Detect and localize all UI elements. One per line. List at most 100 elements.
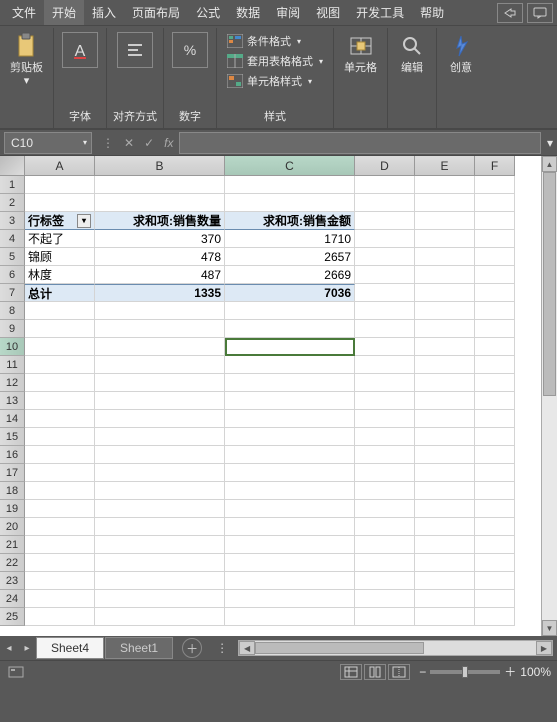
cell[interactable]: 求和项:销售数量 — [95, 212, 225, 230]
cell[interactable] — [225, 536, 355, 554]
menu-home[interactable]: 开始 — [44, 0, 84, 25]
share-icon[interactable] — [497, 3, 523, 23]
cell[interactable] — [475, 212, 515, 230]
cell[interactable] — [25, 446, 95, 464]
row-header[interactable]: 7 — [0, 284, 25, 302]
cell[interactable] — [475, 446, 515, 464]
cell[interactable] — [415, 410, 475, 428]
cell[interactable] — [225, 464, 355, 482]
sheet-tab[interactable]: Sheet1 — [105, 637, 173, 659]
cell[interactable] — [355, 590, 415, 608]
cell[interactable] — [95, 554, 225, 572]
cell[interactable] — [355, 230, 415, 248]
cell[interactable] — [415, 230, 475, 248]
cell[interactable] — [415, 266, 475, 284]
cell[interactable] — [475, 338, 515, 356]
cell[interactable] — [25, 572, 95, 590]
cell[interactable] — [355, 356, 415, 374]
scroll-right-icon[interactable]: ▶ — [536, 641, 552, 655]
cell[interactable] — [355, 428, 415, 446]
cell[interactable] — [355, 212, 415, 230]
cell[interactable] — [225, 176, 355, 194]
cell[interactable] — [25, 608, 95, 626]
cell[interactable] — [355, 518, 415, 536]
cell[interactable] — [415, 302, 475, 320]
cell[interactable] — [355, 320, 415, 338]
row-header[interactable]: 8 — [0, 302, 25, 320]
col-header-D[interactable]: D — [355, 156, 415, 176]
row-header[interactable]: 17 — [0, 464, 25, 482]
menu-formulas[interactable]: 公式 — [188, 0, 228, 25]
cell[interactable] — [355, 176, 415, 194]
row-header[interactable]: 16 — [0, 446, 25, 464]
cell[interactable] — [95, 410, 225, 428]
cell[interactable] — [475, 482, 515, 500]
cell[interactable] — [25, 410, 95, 428]
cell[interactable] — [95, 446, 225, 464]
cell[interactable] — [475, 518, 515, 536]
formula-expand[interactable]: ▾ — [545, 132, 555, 154]
cell[interactable] — [225, 374, 355, 392]
cell[interactable] — [355, 608, 415, 626]
cell[interactable] — [475, 410, 515, 428]
view-pagelayout-icon[interactable] — [364, 664, 386, 680]
cell[interactable] — [415, 320, 475, 338]
zoom-in-button[interactable]: ＋ — [504, 663, 516, 680]
menu-view[interactable]: 视图 — [308, 0, 348, 25]
cell[interactable] — [95, 320, 225, 338]
cell[interactable] — [225, 500, 355, 518]
cell[interactable] — [225, 194, 355, 212]
cell[interactable] — [475, 320, 515, 338]
cell[interactable] — [415, 554, 475, 572]
cell[interactable] — [475, 392, 515, 410]
cell[interactable] — [355, 266, 415, 284]
cell[interactable] — [225, 572, 355, 590]
cell[interactable] — [355, 338, 415, 356]
cell[interactable] — [25, 356, 95, 374]
cell[interactable] — [355, 482, 415, 500]
tab-nav-last[interactable]: ▸ — [18, 643, 36, 654]
cell[interactable] — [95, 176, 225, 194]
cell[interactable] — [95, 464, 225, 482]
table-format-button[interactable]: 套用表格格式▾ — [223, 52, 327, 70]
cell[interactable] — [225, 518, 355, 536]
cell[interactable] — [225, 356, 355, 374]
row-header[interactable]: 9 — [0, 320, 25, 338]
cell[interactable] — [415, 572, 475, 590]
cell[interactable] — [25, 464, 95, 482]
scroll-down-icon[interactable]: ▼ — [542, 620, 557, 636]
menu-review[interactable]: 审阅 — [268, 0, 308, 25]
cell[interactable] — [95, 608, 225, 626]
cell[interactable]: 行标签▾ — [25, 212, 95, 230]
cell[interactable]: 总计 — [25, 284, 95, 302]
cell[interactable] — [95, 500, 225, 518]
cell[interactable]: 2657 — [225, 248, 355, 266]
cell[interactable]: 2669 — [225, 266, 355, 284]
menu-data[interactable]: 数据 — [228, 0, 268, 25]
cell[interactable] — [415, 338, 475, 356]
cell[interactable] — [415, 446, 475, 464]
scroll-up-icon[interactable]: ▲ — [542, 156, 557, 172]
cell[interactable] — [25, 500, 95, 518]
menu-help[interactable]: 帮助 — [412, 0, 452, 25]
cell[interactable] — [475, 302, 515, 320]
cell[interactable] — [475, 428, 515, 446]
cell[interactable]: 1710 — [225, 230, 355, 248]
cell[interactable] — [25, 302, 95, 320]
menu-insert[interactable]: 插入 — [84, 0, 124, 25]
row-header[interactable]: 5 — [0, 248, 25, 266]
cell[interactable]: 487 — [95, 266, 225, 284]
cell[interactable] — [25, 482, 95, 500]
cell[interactable] — [355, 500, 415, 518]
row-header[interactable]: 19 — [0, 500, 25, 518]
cell[interactable] — [475, 248, 515, 266]
namebox-dots[interactable]: ⋮ — [102, 136, 114, 150]
cell[interactable] — [475, 536, 515, 554]
col-header-E[interactable]: E — [415, 156, 475, 176]
cell[interactable] — [415, 500, 475, 518]
view-pagebreak-icon[interactable] — [388, 664, 410, 680]
cell[interactable] — [25, 428, 95, 446]
cell[interactable] — [95, 536, 225, 554]
ideas-button[interactable]: 创意 — [443, 30, 479, 77]
row-header[interactable]: 13 — [0, 392, 25, 410]
